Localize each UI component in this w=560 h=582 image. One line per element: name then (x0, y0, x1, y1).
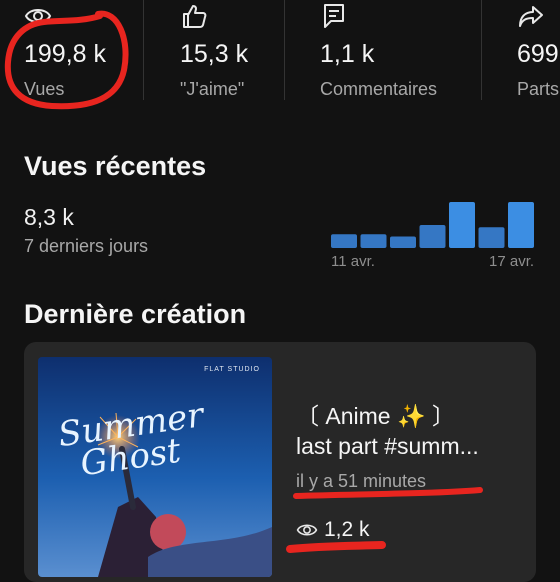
stat-value: 15,3 k (180, 40, 249, 68)
x-tick-label-end: 17 avr. (489, 253, 535, 270)
eye-icon (296, 519, 318, 541)
stat-label: Commentaires (320, 79, 438, 99)
video-title-line: last part #summ... (296, 433, 479, 459)
video-thumbnail[interactable]: FLAT STUDIO Summer Ghost (38, 357, 272, 577)
eye-icon (24, 2, 52, 30)
thumbnail-studio: FLAT STUDIO (204, 366, 260, 373)
stat-value: 199,8 k (24, 40, 107, 68)
chart-bar[interactable] (419, 225, 446, 248)
chart-bar[interactable] (508, 202, 534, 248)
stat-label: Parts (517, 79, 560, 99)
stat-value: 1,1 k (320, 40, 375, 68)
video-title[interactable]: 〔 Anime ✨ 〕 last part #summ... (296, 401, 536, 461)
divider (143, 0, 144, 100)
recent-views-title: Vues récentes (24, 151, 207, 181)
stat-label: "J'aime" (180, 79, 245, 99)
video-title-line: 〔 Anime ✨ 〕 (296, 403, 456, 429)
chart-bar[interactable] (478, 227, 505, 248)
recent-views-period: 7 derniers jours (24, 236, 149, 256)
chart-bar[interactable] (331, 234, 357, 248)
comment-icon (320, 2, 348, 30)
chart-bar[interactable] (360, 234, 387, 248)
stat-value: 699 (517, 40, 559, 68)
video-views: 1,2 k (296, 518, 370, 542)
recent-views-value: 8,3 k (24, 204, 74, 230)
divider (481, 0, 482, 100)
chart-bar[interactable] (449, 202, 475, 248)
x-tick-label-start: 11 avr. (331, 253, 375, 270)
video-published-time: il y a 51 minutes (296, 471, 427, 491)
divider (284, 0, 285, 100)
thumbs-up-icon (180, 2, 208, 30)
share-icon (517, 2, 545, 30)
chart-bar[interactable] (390, 236, 416, 249)
latest-creation-title: Dernière création (24, 299, 247, 329)
stat-label: Vues (24, 79, 65, 99)
video-views-value: 1,2 k (324, 518, 370, 541)
